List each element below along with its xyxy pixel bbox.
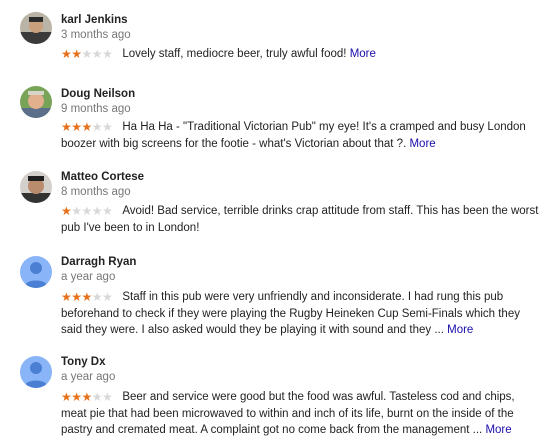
review-text: Avoid! Bad service, terrible drinks crap… — [61, 205, 539, 234]
star-rating: ★★★★★ — [61, 289, 113, 306]
star-empty-icon: ★ — [71, 204, 82, 218]
star-empty-icon: ★ — [91, 120, 103, 134]
review-time: 8 months ago — [61, 186, 131, 198]
star-rating: ★★★★★ — [61, 119, 113, 136]
review-body: ★★★★★ Lovely staff, mediocre beer, truly… — [61, 46, 539, 63]
more-link[interactable]: More — [485, 424, 511, 436]
review-time: 3 months ago — [61, 29, 131, 41]
star-rating: ★★★★★ — [61, 389, 113, 406]
review-time: a year ago — [61, 371, 116, 383]
default-user-icon[interactable] — [20, 256, 52, 288]
default-user-icon[interactable] — [20, 356, 52, 388]
review-time: 9 months ago — [61, 103, 131, 115]
star-empty-icon: ★ — [102, 120, 113, 134]
star-filled-icon: ★ — [81, 290, 93, 304]
star-filled-icon: ★ — [61, 290, 72, 304]
star-rating: ★★★★★ — [61, 203, 113, 220]
review-body: ★★★★★ Staff in this pub were very unfrie… — [61, 289, 539, 338]
star-empty-icon: ★ — [91, 204, 103, 218]
more-link[interactable]: More — [409, 138, 435, 150]
review-text: Ha Ha Ha - "Traditional Victorian Pub" m… — [61, 121, 526, 150]
star-filled-icon: ★ — [71, 290, 82, 304]
star-empty-icon: ★ — [102, 390, 113, 404]
star-filled-icon: ★ — [61, 120, 72, 134]
review-body: ★★★★★ Ha Ha Ha - "Traditional Victorian … — [61, 119, 539, 152]
more-link[interactable]: More — [447, 324, 473, 336]
more-link[interactable]: More — [350, 48, 376, 60]
star-filled-icon: ★ — [71, 47, 82, 61]
review-time: a year ago — [61, 271, 116, 283]
reviewer-name[interactable]: Darragh Ryan — [61, 256, 136, 268]
star-filled-icon: ★ — [71, 390, 82, 404]
star-empty-icon: ★ — [81, 47, 93, 61]
review-text: Lovely staff, mediocre beer, truly awful… — [122, 48, 347, 60]
star-filled-icon: ★ — [61, 47, 72, 61]
reviewer-name[interactable]: karl Jenkins — [61, 14, 127, 26]
star-empty-icon: ★ — [102, 47, 113, 61]
review-body: ★★★★★ Beer and service were good but the… — [61, 389, 539, 438]
star-rating: ★★★★★ — [61, 46, 113, 63]
user-avatar[interactable] — [20, 171, 52, 203]
user-avatar[interactable] — [20, 12, 52, 44]
reviewer-name[interactable]: Matteo Cortese — [61, 171, 144, 183]
review-text: Beer and service were good but the food … — [61, 391, 515, 436]
user-avatar[interactable] — [20, 86, 52, 118]
star-empty-icon: ★ — [102, 204, 113, 218]
star-filled-icon: ★ — [81, 390, 93, 404]
star-empty-icon: ★ — [91, 390, 103, 404]
star-empty-icon: ★ — [91, 47, 103, 61]
reviewer-name[interactable]: Tony Dx — [61, 356, 106, 368]
star-filled-icon: ★ — [71, 120, 82, 134]
review-body: ★★★★★ Avoid! Bad service, terrible drink… — [61, 203, 539, 236]
star-empty-icon: ★ — [102, 290, 113, 304]
star-filled-icon: ★ — [61, 390, 72, 404]
star-filled-icon: ★ — [81, 120, 93, 134]
star-empty-icon: ★ — [91, 290, 103, 304]
star-filled-icon: ★ — [61, 204, 72, 218]
star-empty-icon: ★ — [81, 204, 93, 218]
reviewer-name[interactable]: Doug Neilson — [61, 88, 135, 100]
